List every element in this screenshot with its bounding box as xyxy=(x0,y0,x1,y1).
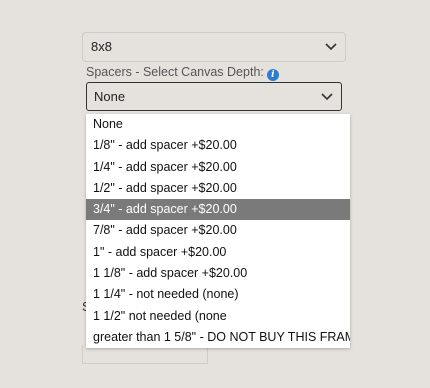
dropdown-option[interactable]: 1/8" - add spacer +$20.00 xyxy=(86,135,350,156)
dropdown-option[interactable]: 1" - add spacer +$20.00 xyxy=(86,242,350,263)
chevron-down-icon xyxy=(325,43,337,51)
dropdown-option[interactable]: 1/2" - add spacer +$20.00 xyxy=(86,178,350,199)
dropdown-option[interactable]: greater than 1 5/8" - DO NOT BUY THIS FR… xyxy=(86,327,350,348)
dropdown-option-highlighted[interactable]: 3/4" - add spacer +$20.00 xyxy=(86,199,350,221)
dropdown-option[interactable]: 1 1/8" - add spacer +$20.00 xyxy=(86,263,350,284)
dropdown-option[interactable]: None xyxy=(86,114,350,135)
size-select[interactable]: 8x8 xyxy=(82,32,346,62)
size-select-value: 8x8 xyxy=(91,39,112,54)
canvas-depth-select-value: None xyxy=(94,89,126,104)
canvas-depth-select[interactable]: None xyxy=(86,82,342,111)
dropdown-option[interactable]: 1/4" - add spacer +$20.00 xyxy=(86,157,350,178)
dropdown-option[interactable]: 1 1/2" not needed (none xyxy=(86,306,350,327)
canvas-depth-dropdown: None 1/8" - add spacer +$20.00 1/4" - ad… xyxy=(86,114,350,349)
info-icon[interactable]: i xyxy=(266,69,279,81)
chevron-down-icon xyxy=(321,93,333,101)
dropdown-option[interactable]: 1 1/4" - not needed (none) xyxy=(86,284,350,305)
spacers-label-text: Spacers - Select Canvas Depth: xyxy=(86,65,264,79)
dropdown-option[interactable]: 7/8" - add spacer +$20.00 xyxy=(86,220,350,241)
spacers-label: Spacers - Select Canvas Depth: i xyxy=(86,64,279,81)
